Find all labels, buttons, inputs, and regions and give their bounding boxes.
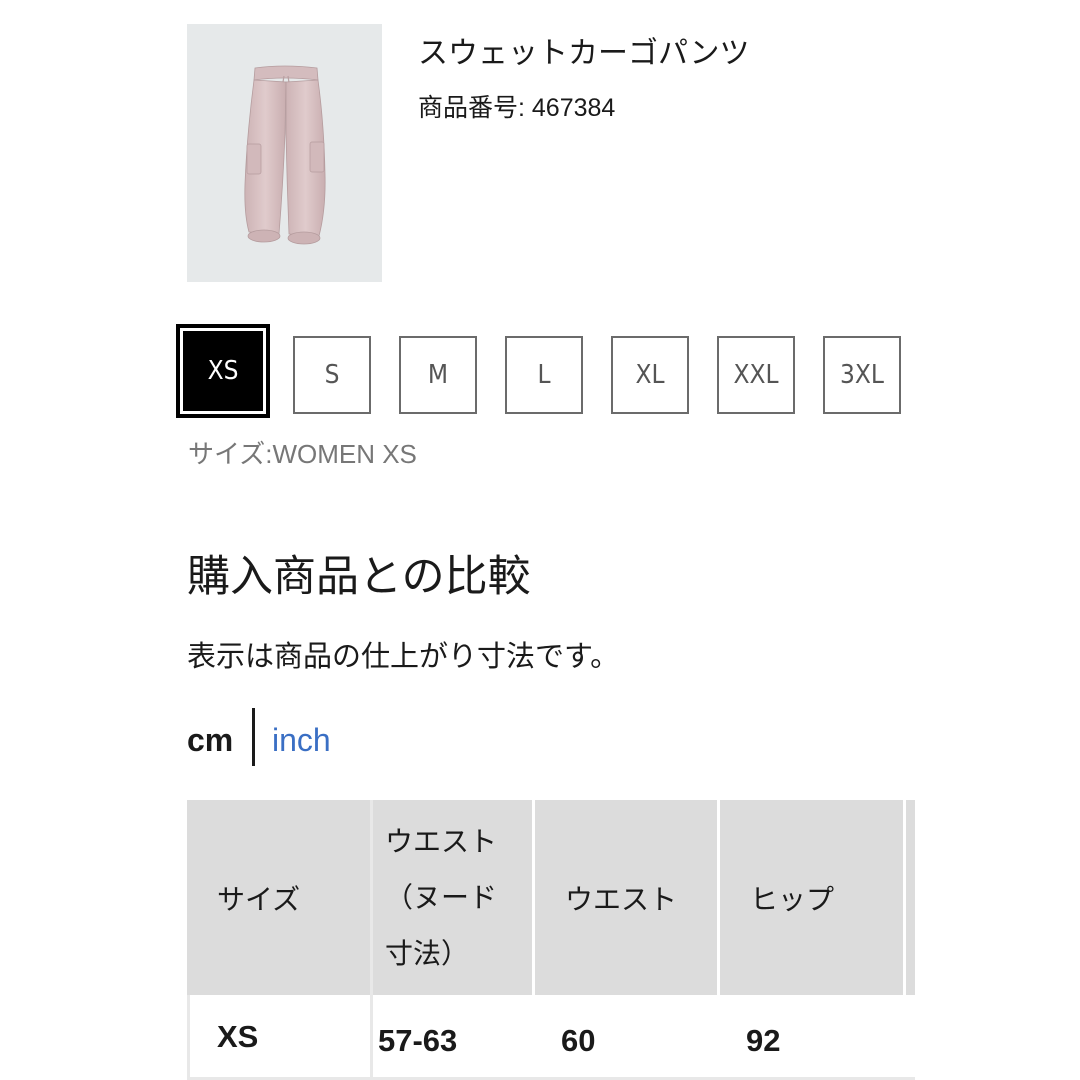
col-divider [903,800,906,995]
cell-size: XS [217,1019,259,1054]
unit-cm[interactable]: cm [187,722,233,759]
table-header-row: サイズ ウエスト （ヌード 寸法） ウエスト ヒップ [187,800,915,995]
unit-inch-link[interactable]: inch [272,722,331,759]
size-comparison-page: スウェットカーゴパンツ 商品番号: 467384 XS S M L XL XXL… [0,0,1080,1080]
col-divider [532,800,535,995]
product-name: スウェットカーゴパンツ [418,37,750,70]
size-option-xxl[interactable]: XXL [717,336,795,414]
cell-hip: 92 [746,1023,781,1058]
cell-waist: 60 [561,1023,596,1058]
size-option-xl[interactable]: XL [611,336,689,414]
size-option-xs[interactable]: XS [176,324,270,418]
header-hip: ヒップ [720,800,903,995]
size-option-l[interactable]: L [505,336,583,414]
header-overflow [906,800,915,995]
size-table: サイズ ウエスト （ヌード 寸法） ウエスト ヒップ XS 57-63 60 9… [187,800,915,1080]
header-waist-nude: ウエスト （ヌード 寸法） [373,800,532,995]
product-number: 商品番号: 467384 [418,94,616,122]
product-thumbnail[interactable] [187,24,382,282]
header-size: サイズ [187,800,370,995]
col-divider [717,800,720,995]
table-row: XS 57-63 60 92 [187,995,915,1080]
comparison-title: 購入商品との比較 [187,553,531,601]
size-option-s[interactable]: S [293,336,371,414]
size-option-3xl[interactable]: 3XL [823,336,901,414]
selected-size-caption: サイズ:WOMEN XS [188,439,417,469]
measurement-note: 表示は商品の仕上がり寸法です。 [187,641,620,673]
header-waist: ウエスト [535,800,717,995]
cargo-pants-image [244,65,326,245]
cell-waist-nude: 57-63 [378,1023,458,1058]
size-option-m[interactable]: M [399,336,477,414]
unit-divider [252,708,255,766]
